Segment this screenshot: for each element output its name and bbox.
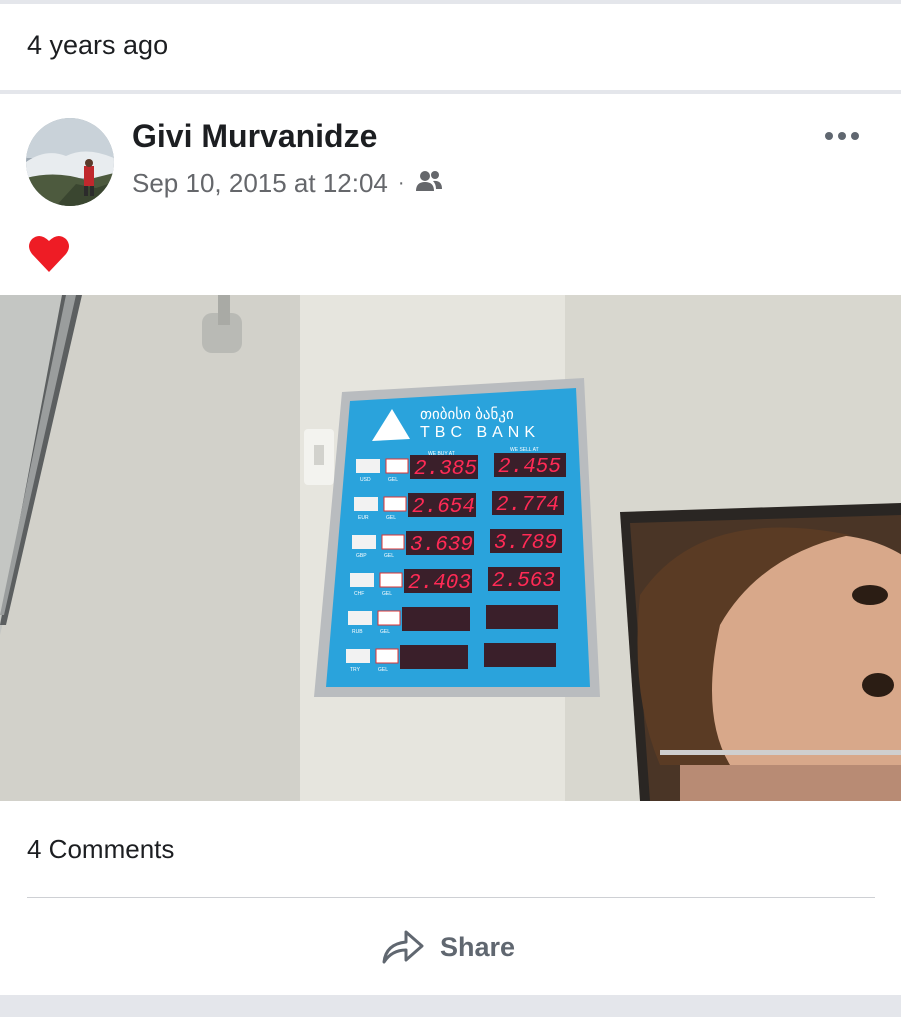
currency-code: CHF (354, 591, 364, 597)
meta-separator: · (397, 172, 405, 194)
sell-display (484, 643, 556, 667)
comments-count[interactable]: 4 Comments (27, 834, 174, 865)
gel-flag (377, 610, 401, 626)
bottom-separator (0, 995, 901, 1024)
buy-rate: 3.639 (410, 534, 473, 557)
gel-flag (383, 496, 407, 512)
currency-code: EUR (358, 515, 369, 521)
buy-rate: 2.654 (412, 496, 475, 519)
currency-flag (346, 649, 370, 663)
post-author[interactable]: Givi Murvanidze (132, 118, 377, 155)
buy-rate: 2.403 (408, 572, 471, 595)
currency-code: RUB (352, 629, 363, 635)
post-photo[interactable]: თიბისი ბანკი TBC BANK WE BUY AT WE SELL … (0, 295, 901, 801)
share-arrow-icon (380, 924, 426, 971)
currency-code: TRY (350, 667, 361, 673)
sell-rate: 2.455 (498, 456, 561, 479)
board-title-georgian: თიბისი ბანკი (420, 406, 514, 423)
post-meta: Sep 10, 2015 at 12:04 · (132, 168, 443, 199)
currency-flag (356, 459, 380, 473)
more-options-icon[interactable] (820, 120, 864, 152)
actions-divider (27, 897, 875, 898)
base-currency-code: GEL (378, 667, 388, 673)
currency-flag (354, 497, 378, 511)
board-col-sell: WE SELL AT (510, 447, 539, 453)
board-title-latin: TBC BANK (420, 424, 540, 441)
currency-flag (348, 611, 372, 625)
currency-flag (352, 535, 376, 549)
avatar-photo (26, 118, 114, 206)
gel-flag (379, 572, 403, 588)
currency-code: USD (360, 477, 371, 483)
buy-display (400, 645, 468, 669)
gel-flag (381, 534, 405, 550)
section-separator (0, 90, 901, 94)
base-currency-code: GEL (388, 477, 398, 483)
photo-canvas: თიბისი ბანკი TBC BANK WE BUY AT WE SELL … (0, 295, 901, 801)
avatar[interactable] (26, 118, 114, 206)
base-currency-code: GEL (380, 629, 390, 635)
sell-display (486, 605, 558, 629)
friends-icon[interactable] (415, 168, 443, 199)
memory-time-ago: 4 years ago (27, 30, 169, 60)
currency-code: GBP (356, 553, 367, 559)
buy-rate: 2.385 (414, 458, 477, 481)
gel-flag (385, 458, 409, 474)
memory-header: 4 years ago (0, 4, 901, 90)
buy-display (402, 607, 470, 631)
base-currency-code: GEL (382, 591, 392, 597)
currency-flag (350, 573, 374, 587)
share-button[interactable]: Share (380, 920, 515, 974)
sell-rate: 2.774 (496, 494, 559, 517)
share-label: Share (440, 931, 516, 962)
post-timestamp[interactable]: Sep 10, 2015 at 12:04 (132, 168, 388, 199)
red-heart-emoji (28, 232, 70, 278)
gel-flag (375, 648, 399, 664)
base-currency-code: GEL (386, 515, 396, 521)
sell-rate: 3.789 (494, 532, 557, 555)
sell-rate: 2.563 (492, 570, 555, 593)
base-currency-code: GEL (384, 553, 394, 559)
